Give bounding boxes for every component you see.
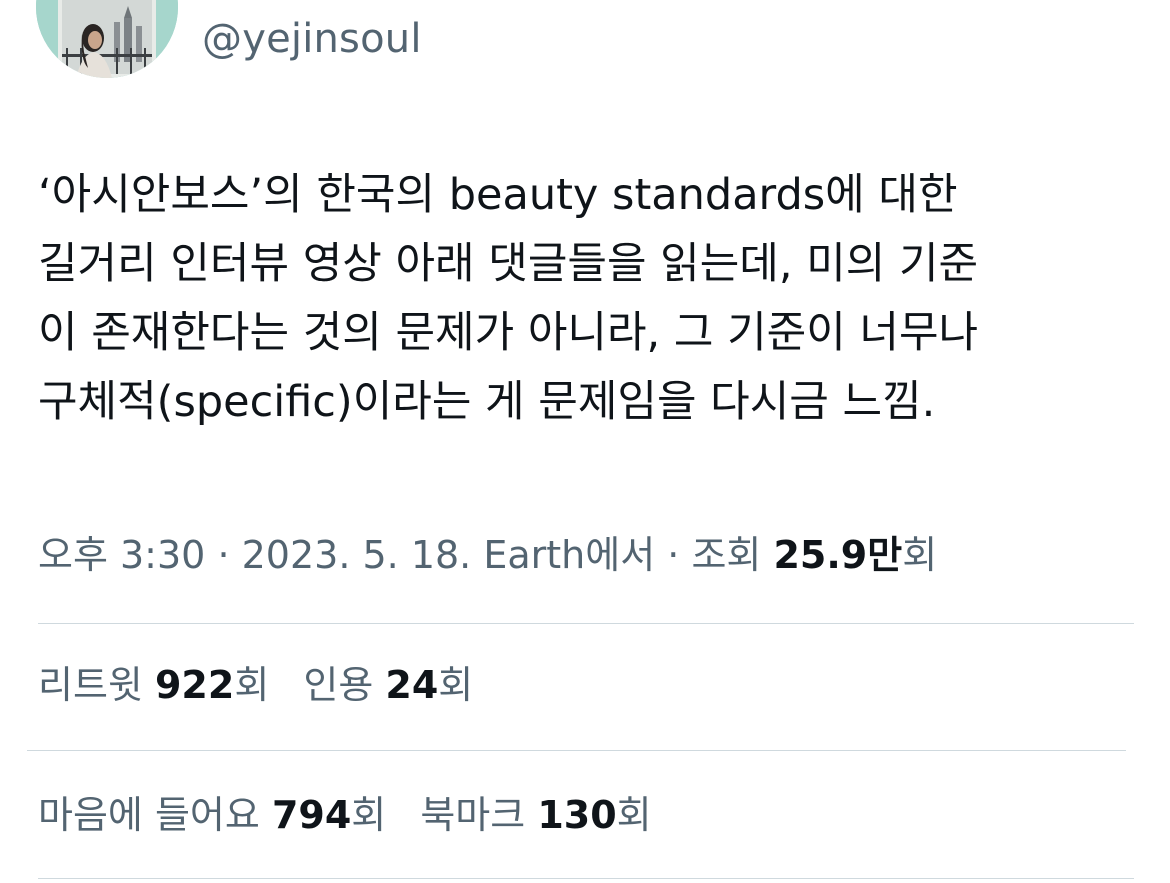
tweet-text-line: ‘아시안보스’의 한국의 beauty standards에 대한	[38, 170, 958, 220]
tweet-detail-view: @yejinsoul ‘아시안보스’의 한국의 beauty standards…	[0, 0, 1170, 883]
tweet-text-line: 이 존재한다는 것의 문제가 아니라, 그 기준이 너무나	[38, 308, 979, 358]
bookmarks-count: 130	[537, 793, 617, 837]
tweet-source: Earth에서	[483, 533, 656, 577]
quotes-label: 인용	[303, 663, 374, 707]
views-suffix: 회	[902, 533, 938, 577]
stats-row-shares: 리트윗 922회 인용 24회	[38, 658, 495, 712]
retweets-label: 리트윗	[38, 663, 143, 707]
tweet-text-line: 길거리 인터뷰 영상 아래 댓글들을 읽는데, 미의 기준	[38, 239, 979, 289]
likes-count: 794	[271, 793, 352, 837]
views-label: 조회	[691, 533, 762, 577]
quotes-stat[interactable]: 인용 24회	[303, 658, 473, 712]
meta-separator: ·	[217, 533, 230, 577]
divider	[38, 623, 1134, 624]
retweets-count: 922	[154, 663, 235, 707]
tweet-text: ‘아시안보스’의 한국의 beauty standards에 대한 길거리 인터…	[38, 166, 1138, 442]
retweets-stat[interactable]: 리트윗 922회	[38, 658, 269, 712]
stats-row-engagement: 마음에 들어요 794회 북마크 130회	[38, 788, 674, 842]
retweets-suffix: 회	[234, 663, 270, 707]
avatar[interactable]	[36, 0, 178, 78]
tweet-meta: 오후 3:30 · 2023. 5. 18. Earth에서 · 조회 25.9…	[38, 528, 937, 582]
views-count: 25.9만	[773, 533, 903, 577]
meta-separator: ·	[667, 533, 680, 577]
divider	[27, 750, 1126, 751]
author-handle[interactable]: @yejinsoul	[202, 14, 422, 64]
likes-label: 마음에 들어요	[38, 793, 260, 837]
bookmarks-suffix: 회	[616, 793, 652, 837]
tweet-time[interactable]: 오후 3:30	[38, 533, 205, 577]
bookmarks-label: 북마크	[420, 793, 526, 837]
bookmarks-stat[interactable]: 북마크 130회	[420, 788, 651, 842]
tweet-date[interactable]: 2023. 5. 18.	[242, 533, 472, 577]
quotes-count: 24	[385, 663, 439, 707]
tweet-text-line: 구체적(specific)이라는 게 문제임을 다시금 느낌.	[38, 377, 936, 427]
likes-stat[interactable]: 마음에 들어요 794회	[38, 788, 386, 842]
profile-photo-icon	[36, 0, 178, 78]
quotes-suffix: 회	[438, 663, 474, 707]
likes-suffix: 회	[351, 793, 387, 837]
divider	[38, 878, 1134, 879]
